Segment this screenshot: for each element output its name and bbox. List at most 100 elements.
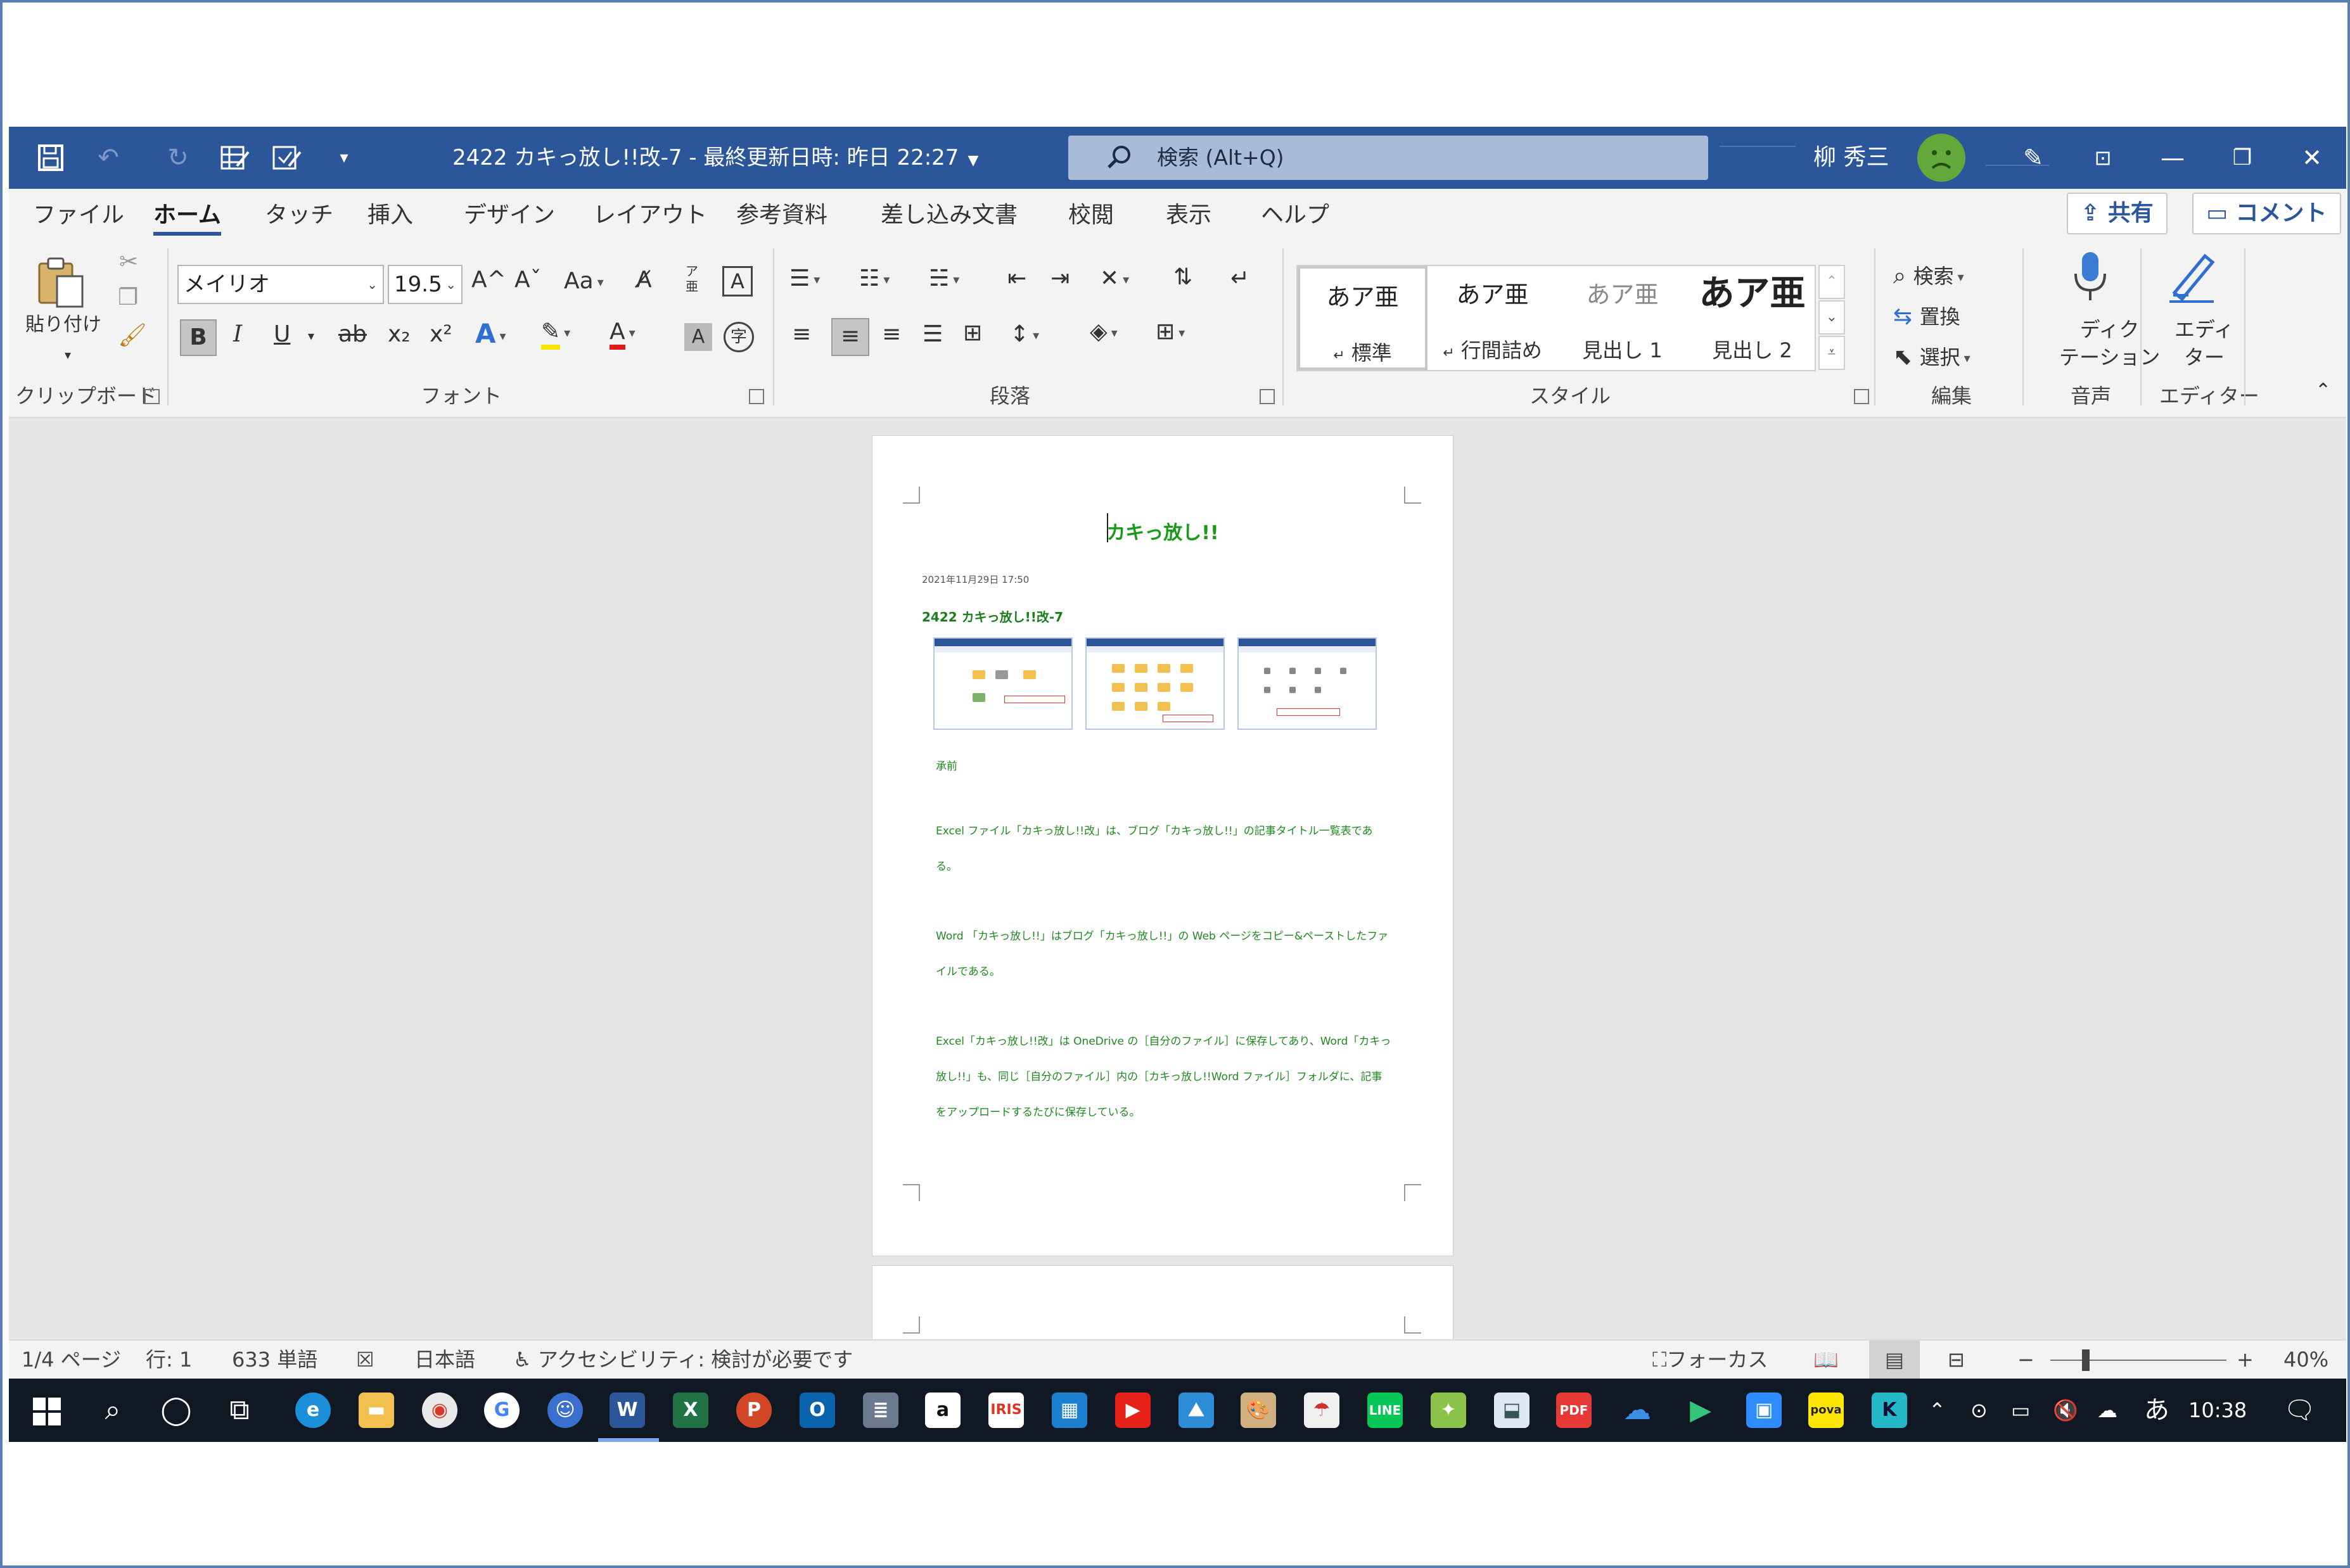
- paragraph-launcher-icon[interactable]: [1260, 389, 1275, 404]
- select-button[interactable]: ⬉ 選択 ▾: [1893, 346, 1970, 369]
- tab-design[interactable]: デザイン: [464, 189, 555, 242]
- powerpoint-icon[interactable]: P: [736, 1393, 772, 1428]
- change-case-button[interactable]: Aa ▾: [564, 270, 604, 293]
- app-green-icon[interactable]: ✦: [1431, 1393, 1466, 1428]
- ribbon-display-icon[interactable]: ⊡: [2068, 127, 2138, 189]
- tab-references[interactable]: 参考資料: [736, 189, 827, 242]
- paste-button[interactable]: 貼り付け: [25, 316, 101, 335]
- check-icon[interactable]: [270, 141, 304, 175]
- restore-button[interactable]: ❐: [2207, 127, 2277, 189]
- zoom-slider[interactable]: [2050, 1360, 2226, 1361]
- photos-icon[interactable]: ⛰: [1178, 1393, 1214, 1428]
- pova-icon[interactable]: pova: [1808, 1393, 1844, 1428]
- tab-insert[interactable]: 挿入: [367, 189, 413, 242]
- multilevel-list-icon[interactable]: ☵ ▾: [929, 267, 959, 290]
- zoom-level[interactable]: 40%: [2283, 1341, 2328, 1379]
- document-subtitle[interactable]: 2422 カキっ放し!!改-7: [922, 607, 1063, 625]
- line-icon[interactable]: LINE: [1367, 1393, 1403, 1428]
- tab-help[interactable]: ヘルプ: [1261, 189, 1329, 242]
- paste-dropdown-icon[interactable]: ▾: [65, 348, 71, 361]
- sort-direction-icon[interactable]: ✕ ▾: [1100, 267, 1129, 290]
- gallery-up-icon[interactable]: ⌃: [1818, 265, 1845, 299]
- line-spacing-icon[interactable]: ↕ ▾: [1010, 323, 1039, 346]
- zoom-slider-thumb[interactable]: [2081, 1349, 2090, 1371]
- style-normal[interactable]: あア亜 ↵ 標準: [1298, 266, 1427, 370]
- inbox-icon[interactable]: ⬓: [1494, 1393, 1529, 1428]
- paragraph[interactable]: Word 「カキっ放し!!」はブログ「カキっ放し!!」の Web ページをコピー…: [936, 919, 1392, 990]
- autosave-icon[interactable]: [34, 141, 68, 175]
- google-icon[interactable]: G: [484, 1393, 520, 1428]
- clock[interactable]: 10:38: [2188, 1379, 2247, 1442]
- youtube-icon[interactable]: ▶: [1115, 1393, 1151, 1428]
- editor-icon[interactable]: [2163, 248, 2220, 310]
- tab-review[interactable]: 校閲: [1068, 189, 1114, 242]
- read-mode-icon[interactable]: 📖: [1813, 1341, 1839, 1379]
- k-app-icon[interactable]: K: [1872, 1393, 1907, 1428]
- proofing-icon[interactable]: ☒: [356, 1341, 374, 1379]
- zoom-icon[interactable]: ▣: [1746, 1393, 1782, 1428]
- decrease-indent-icon[interactable]: ⇤: [1007, 267, 1026, 290]
- font-color-icon[interactable]: A ▾: [610, 319, 635, 350]
- underline-dropdown-icon[interactable]: ▾: [308, 329, 314, 342]
- user-name[interactable]: 柳 秀三: [1813, 127, 1889, 189]
- notification-icon[interactable]: 🗨: [2283, 1379, 2316, 1442]
- document-heading[interactable]: カキっ放し!!: [872, 517, 1453, 545]
- focus-button[interactable]: ⛶フォーカス: [1652, 1341, 1768, 1379]
- copy-icon[interactable]: ❐: [118, 286, 138, 309]
- windows-start-icon[interactable]: [22, 1379, 72, 1442]
- style-heading-2[interactable]: あア亜 見出し 2: [1687, 266, 1817, 370]
- align-center-icon[interactable]: ≡: [831, 318, 869, 356]
- cortana-icon[interactable]: ◯: [151, 1379, 201, 1442]
- umbrella-icon[interactable]: ☂: [1304, 1393, 1339, 1428]
- paint-icon[interactable]: 🎨: [1241, 1393, 1276, 1428]
- volume-icon[interactable]: 🔇: [2053, 1379, 2078, 1442]
- close-button[interactable]: ✕: [2277, 127, 2346, 189]
- borders-icon[interactable]: ⊞ ▾: [1156, 321, 1185, 343]
- enclose-char-icon[interactable]: 字: [724, 322, 754, 352]
- bold-button[interactable]: B: [180, 319, 217, 356]
- onedrive-icon[interactable]: ☁: [1619, 1393, 1655, 1428]
- screenshot-thumbnail[interactable]: [933, 637, 1073, 730]
- draw-table-icon[interactable]: [218, 141, 252, 175]
- screenshot-thumbnail[interactable]: [1085, 637, 1225, 730]
- find-button[interactable]: ⌕ 検索 ▾: [1893, 265, 1964, 288]
- cloud-icon[interactable]: ☁: [2097, 1379, 2117, 1442]
- gallery-more-icon[interactable]: ⩡: [1818, 336, 1845, 370]
- app-stack-icon[interactable]: ≣: [863, 1393, 898, 1428]
- distribute-icon[interactable]: ⊞: [963, 322, 982, 345]
- amazon-icon[interactable]: a: [925, 1393, 961, 1428]
- gallery-down-icon[interactable]: ⌄: [1818, 300, 1845, 335]
- shading-icon[interactable]: ◈ ▾: [1090, 321, 1118, 343]
- font-name-combo[interactable]: メイリオ ⌄: [177, 265, 384, 304]
- paste-icon[interactable]: [34, 255, 89, 314]
- subscript-button[interactable]: x₂: [388, 323, 411, 346]
- text-effects-icon[interactable]: A ▾: [475, 321, 506, 347]
- news-icon[interactable]: ▦: [1052, 1393, 1087, 1428]
- collapse-ribbon-icon[interactable]: ⌃: [2315, 381, 2331, 400]
- style-heading-1[interactable]: あア亜 見出し 1: [1557, 266, 1687, 370]
- show-hidden-icons[interactable]: ⌃: [1929, 1379, 1946, 1442]
- italic-button[interactable]: I: [233, 323, 242, 346]
- zoom-out-button[interactable]: −: [2017, 1341, 2034, 1379]
- superscript-button[interactable]: x²: [430, 323, 452, 346]
- minimize-button[interactable]: —: [2138, 127, 2207, 189]
- justify-icon[interactable]: ☰: [923, 323, 943, 346]
- numbering-icon[interactable]: ☷ ▾: [859, 267, 890, 290]
- cut-icon[interactable]: ✂: [119, 251, 138, 274]
- undo-icon[interactable]: ↶: [91, 141, 125, 175]
- page-count[interactable]: 1/4 ページ: [22, 1341, 121, 1379]
- replace-button[interactable]: ⇆ 置換: [1893, 305, 1960, 328]
- char-border-icon[interactable]: A: [722, 266, 753, 296]
- clipboard-launcher-icon[interactable]: [144, 389, 160, 404]
- outlook-icon[interactable]: O: [800, 1393, 835, 1428]
- pen-icon[interactable]: ✎: [1998, 127, 2068, 189]
- paragraph[interactable]: Excel「カキっ放し!!改」は OneDrive の［自分のファイル］に保存し…: [936, 1024, 1392, 1130]
- explorer-icon[interactable]: ▬: [359, 1393, 394, 1428]
- clear-format-icon[interactable]: A̸: [636, 269, 652, 291]
- zoom-in-button[interactable]: +: [2237, 1341, 2254, 1379]
- font-size-combo[interactable]: 19.5 ⌄: [388, 265, 463, 304]
- task-view-icon[interactable]: ⧉: [214, 1379, 265, 1442]
- strikethrough-button[interactable]: ab: [338, 323, 367, 346]
- underline-button[interactable]: U: [274, 323, 290, 346]
- search-input[interactable]: 検索 (Alt+Q): [1068, 136, 1708, 180]
